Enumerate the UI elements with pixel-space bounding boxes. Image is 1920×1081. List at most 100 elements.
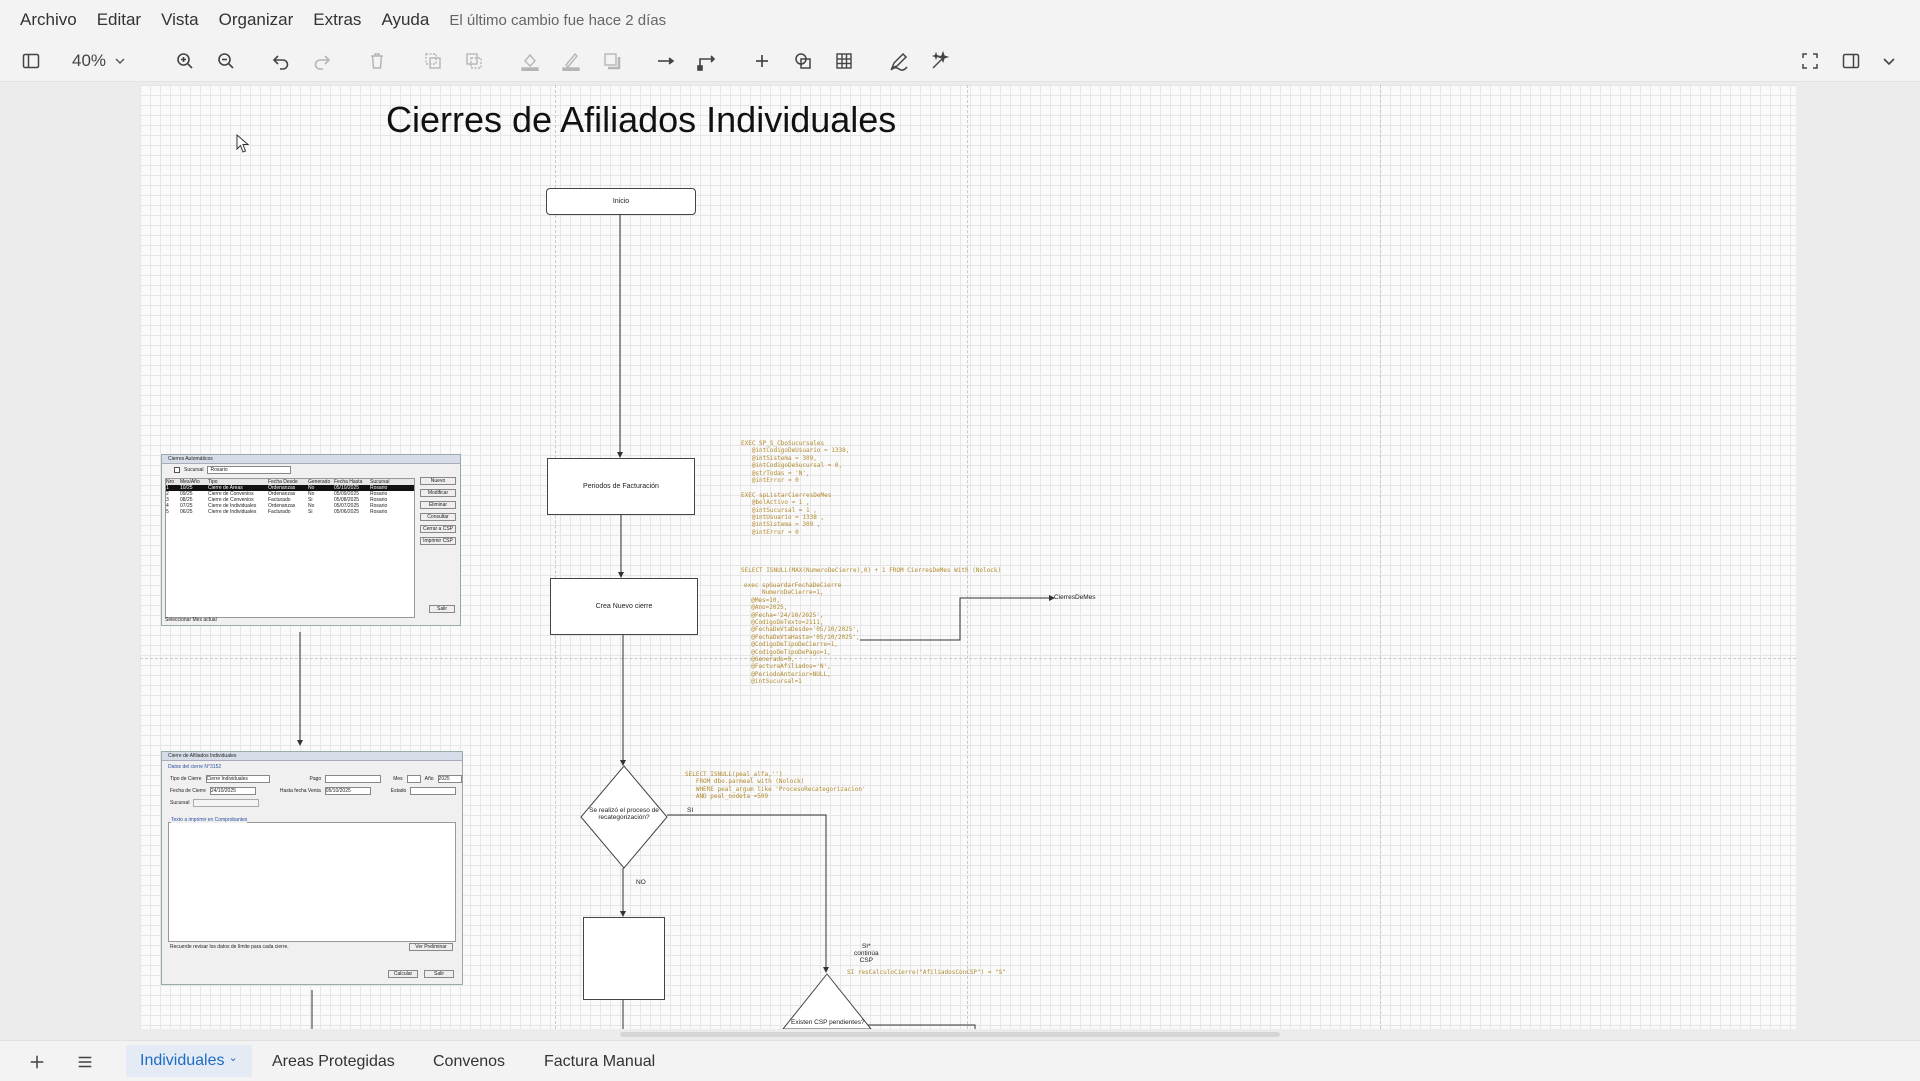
zoom-in-icon[interactable] xyxy=(171,47,199,75)
edge-label-no: NO xyxy=(636,879,646,886)
fullscreen-icon[interactable] xyxy=(1796,47,1824,75)
drawing-canvas[interactable]: Cierres de Afiliados Individuales Inicio xyxy=(0,82,1920,1040)
form-row: Sucursal xyxy=(170,799,260,807)
decision-label: Existen CSP pendientes? xyxy=(791,1019,865,1026)
cell: Facturado xyxy=(268,509,291,515)
textarea-label: Texto a imprimir en Comprobantes xyxy=(171,817,248,823)
node-periodos[interactable]: Periodos de Facturación xyxy=(547,458,695,515)
to-front-icon[interactable] xyxy=(419,47,447,75)
menu-organizar[interactable]: Organizar xyxy=(219,10,294,30)
fill-color-icon[interactable] xyxy=(516,47,544,75)
comprobante-textarea: Texto a imprimir en Comprobantes xyxy=(168,817,456,942)
embedded-button: Modificar xyxy=(420,489,456,497)
field-value xyxy=(325,775,382,783)
cell: 5 xyxy=(166,509,169,515)
footer-checkbox-label: Seleccionar Mes actual xyxy=(165,617,217,623)
node-label: Inicio xyxy=(612,198,630,205)
freehand-icon[interactable] xyxy=(885,47,913,75)
table-icon[interactable] xyxy=(830,47,858,75)
tab-individuales[interactable]: Individuales ⌄ xyxy=(126,1045,252,1077)
embedded-button: Imprimir CSP xyxy=(420,537,456,545)
zoom-dropdown[interactable]: 40% xyxy=(72,47,142,75)
last-change-link[interactable]: El último cambio fue hace 2 días xyxy=(449,12,666,29)
table-row: 5 06/25 Cierre de Individuales Facturado… xyxy=(166,509,414,515)
page-tabs-bar: Individuales ⌄ Areas Protegidas Convenos … xyxy=(0,1040,1920,1081)
embedded-button: Calcular xyxy=(388,970,418,978)
insert-icon[interactable] xyxy=(748,47,776,75)
field-label: Hasta fecha Venta xyxy=(279,788,321,794)
menu-archivo[interactable]: Archivo xyxy=(20,10,77,30)
embedded-button: Cerrar a CSP xyxy=(420,525,456,533)
embedded-titlebar: Cierres Automáticos xyxy=(162,455,460,464)
embedded-button: Salir xyxy=(429,605,455,613)
diagram-page[interactable]: Cierres de Afiliados Individuales Inicio xyxy=(140,85,1796,1029)
field-value: Cierre Individuales xyxy=(205,775,270,783)
toolbar: 40% xyxy=(0,41,1920,82)
cell: Si xyxy=(308,509,313,515)
field-label: Tipo de Cierre xyxy=(170,776,202,782)
sidebar-toggle-icon[interactable] xyxy=(17,47,45,75)
node-inicio[interactable]: Inicio xyxy=(546,188,696,215)
node-crea-cierre[interactable]: Crea Nuevo cierre xyxy=(550,578,698,635)
field-value: 05/10/2025 xyxy=(324,787,371,795)
menubar: Archivo Editar Vista Organizar Extras Ay… xyxy=(0,0,1920,40)
embedded-screenshot-cierres[interactable]: Cierres Automáticos Sucursal Rosario Nro… xyxy=(161,454,461,626)
sucursal-label: Sucursal xyxy=(184,467,204,473)
menu-extras[interactable]: Extras xyxy=(313,10,361,30)
undo-icon[interactable] xyxy=(267,47,295,75)
embedded-screenshot-cierre-form[interactable]: Cierre de Afiliados Individuales Datos d… xyxy=(161,751,463,985)
sql-annotation[interactable]: SELECT ISNULL(MAX(NumeroDeCierre),0) + 1… xyxy=(741,567,1001,574)
chevron-down-icon xyxy=(115,58,125,64)
format-panel-icon[interactable] xyxy=(1837,47,1865,75)
delete-icon[interactable] xyxy=(363,47,391,75)
tab-areas-protegidas[interactable]: Areas Protegidas xyxy=(272,1053,395,1071)
redo-icon[interactable] xyxy=(308,47,336,75)
field-label: Fecha de Cierre xyxy=(170,788,206,794)
cell: 06/25 xyxy=(180,509,193,515)
zoom-out-icon[interactable] xyxy=(212,47,240,75)
field-label: Mes xyxy=(393,776,403,782)
line-color-icon[interactable] xyxy=(557,47,585,75)
sql-annotation[interactable]: EXEC SP_S_CboSucursales @intCodigoDeUsua… xyxy=(741,440,849,536)
chevron-down-icon[interactable] xyxy=(1875,47,1903,75)
action-buttons: Nuevo Modificar Eliminar Consultar Cerra… xyxy=(420,477,456,545)
decision-label: Se realizó el proceso de recategorizació… xyxy=(589,807,659,821)
sql-annotation[interactable]: SI resCalculoCierre("AfiliadosConCSP") =… xyxy=(847,969,1006,976)
sql-annotation[interactable]: SELECT ISNULL(peal_alfa,'') FROM dbo.par… xyxy=(685,771,866,801)
ai-generate-icon[interactable] xyxy=(926,47,954,75)
form-row: Tipo de Cierre Cierre Individuales Pago … xyxy=(170,775,462,783)
form-row: Fecha de Cierre 24/10/2025 Hasta fecha V… xyxy=(170,787,457,795)
menu-ayuda[interactable]: Ayuda xyxy=(381,10,429,30)
node-empty-process[interactable] xyxy=(583,917,665,1000)
field-value xyxy=(406,775,421,783)
menu-editar[interactable]: Editar xyxy=(97,10,141,30)
connection-icon[interactable] xyxy=(652,47,680,75)
shapes-icon[interactable] xyxy=(789,47,817,75)
shadow-icon[interactable] xyxy=(598,47,626,75)
horizontal-scrollbar[interactable] xyxy=(620,1032,1280,1037)
node-label: Crea Nuevo cierre xyxy=(595,603,653,610)
waypoints-icon[interactable] xyxy=(693,47,721,75)
zoom-value: 40% xyxy=(72,51,107,70)
menu-vista[interactable]: Vista xyxy=(161,10,199,30)
embedded-button: Ver Preliminar xyxy=(409,943,453,951)
sql-annotation[interactable]: exec spGuardarFechaDeCierre NumeroDeCier… xyxy=(744,582,860,686)
chevron-down-icon: ⌄ xyxy=(228,1052,238,1064)
field-value xyxy=(410,787,457,795)
csp-note: SI* continúa CSP xyxy=(854,943,879,964)
field-value: 24/10/2025 xyxy=(209,787,256,795)
tab-convenos[interactable]: Convenos xyxy=(433,1053,505,1071)
embedded-button: Nuevo xyxy=(420,477,456,485)
tab-factura-manual[interactable]: Factura Manual xyxy=(544,1053,655,1071)
footer-text: Recuerde revisar los datos de límite par… xyxy=(170,944,289,950)
embedded-titlebar: Cierre de Afiliados Individuales xyxy=(162,752,462,761)
tab-label: Individuales xyxy=(140,1052,225,1069)
add-page-icon[interactable] xyxy=(26,1051,48,1073)
pages-menu-icon[interactable] xyxy=(74,1051,96,1073)
to-back-icon[interactable] xyxy=(460,47,488,75)
field-label: Sucursal xyxy=(170,800,190,806)
field-value xyxy=(193,799,260,807)
checkbox xyxy=(174,467,180,473)
field-label: Pago xyxy=(309,776,322,782)
embedded-button: Salir xyxy=(424,970,454,978)
